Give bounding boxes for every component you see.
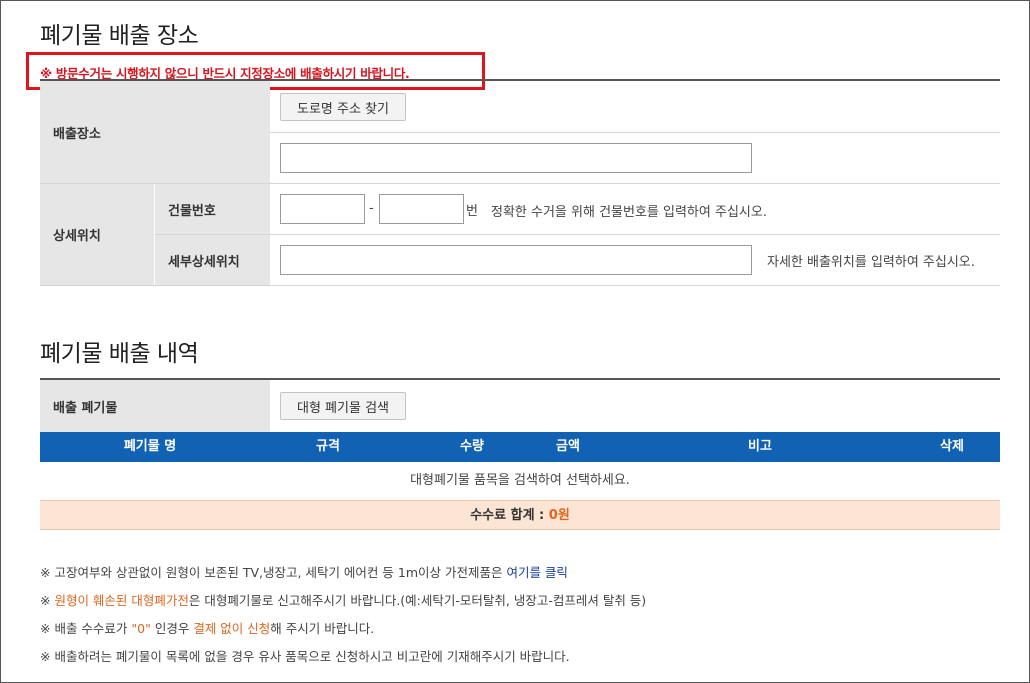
note-3-highlight: 결제 없이 신청 (193, 621, 271, 636)
fee-total-amount: 0원 (548, 508, 570, 523)
waste-label: 배출 폐기물 (40, 380, 270, 432)
note-2-text: 은 대형폐기물로 신고해주시기 바랍니다.(예:세탁기-모터탈취, 냉장고-컴프… (188, 593, 647, 608)
note-2-highlight: 원형이 훼손된 대형폐가전 (54, 593, 189, 608)
building-sub-number-input[interactable] (379, 194, 464, 224)
section-title-location: 폐기물 배출 장소 (40, 23, 199, 49)
note-3-text-b: 인경우 (150, 621, 194, 636)
note-3-text-a: ※ 배출 수수료가 (40, 621, 132, 636)
building-number-label: 건물번호 (155, 184, 270, 234)
building-main-number-input[interactable] (280, 194, 365, 224)
road-address-search-button[interactable]: 도로명 주소 찾기 (280, 93, 406, 121)
building-dash: - (369, 201, 374, 216)
column-header-quantity: 수량 (460, 439, 484, 454)
appliance-link[interactable]: 여기를 클릭 (506, 565, 567, 580)
fee-total-label: 수수료 합계 : (470, 508, 549, 523)
address-input[interactable] (280, 143, 752, 173)
column-header-spec: 규격 (316, 439, 340, 454)
beon-unit: 번 (466, 204, 478, 219)
waste-table-header: 폐기물 명 규격 수량 금액 비고 삭제 (40, 432, 1000, 462)
note-2-mark: ※ (40, 593, 55, 608)
section-title-history: 폐기물 배출 내역 (40, 341, 199, 367)
note-1-text: ※ 고장여부와 상관없이 원형이 보존된 TV,냉장고, 세탁기 에어컨 등 1… (40, 565, 507, 580)
building-number-hint: 정확한 수거을 위해 건물번호를 입력하여 주십시오. (491, 205, 767, 220)
section1-bottom-border (40, 285, 1000, 286)
fee-total-row: 수수료 합계 : 0원 (40, 500, 1000, 530)
column-header-delete: 삭제 (940, 439, 964, 454)
note-3-text-c: 해 주시기 바랍니다. (270, 621, 375, 636)
detail-location-label: 상세위치 (40, 184, 154, 285)
sub-detail-location-hint: 자세한 배출위치를 입력하여 주십시오. (767, 255, 975, 270)
column-header-amount: 금액 (556, 439, 580, 454)
column-header-name: 폐기물 명 (123, 439, 177, 454)
note-3: ※ 배출 수수료가 "0" 인경우 결제 없이 신청해 주시기 바랍니다. (40, 618, 374, 637)
row-divider (155, 234, 1000, 235)
row-divider (270, 132, 1000, 133)
sub-detail-location-input[interactable] (280, 245, 752, 275)
note-1: ※ 고장여부와 상관없이 원형이 보존된 TV,냉장고, 세탁기 에어컨 등 1… (40, 562, 568, 581)
bulky-waste-search-button[interactable]: 대형 폐기물 검색 (280, 392, 406, 420)
note-3-zero: "0" (131, 621, 151, 636)
cell-separator (154, 184, 155, 285)
note-2: ※ 원형이 훼손된 대형폐가전은 대형폐기물로 신고해주시기 바랍니다.(예:세… (40, 590, 646, 609)
location-label: 배출장소 (40, 81, 270, 183)
column-header-note: 비고 (748, 439, 772, 454)
note-4: ※ 배출하려는 폐기물이 목록에 없을 경우 유사 품목으로 신청하시고 비고란… (40, 649, 570, 664)
empty-table-message: 대형폐기물 품목을 검색하여 선택하세요. (410, 473, 630, 488)
sub-detail-location-label: 세부상세위치 (155, 235, 270, 285)
